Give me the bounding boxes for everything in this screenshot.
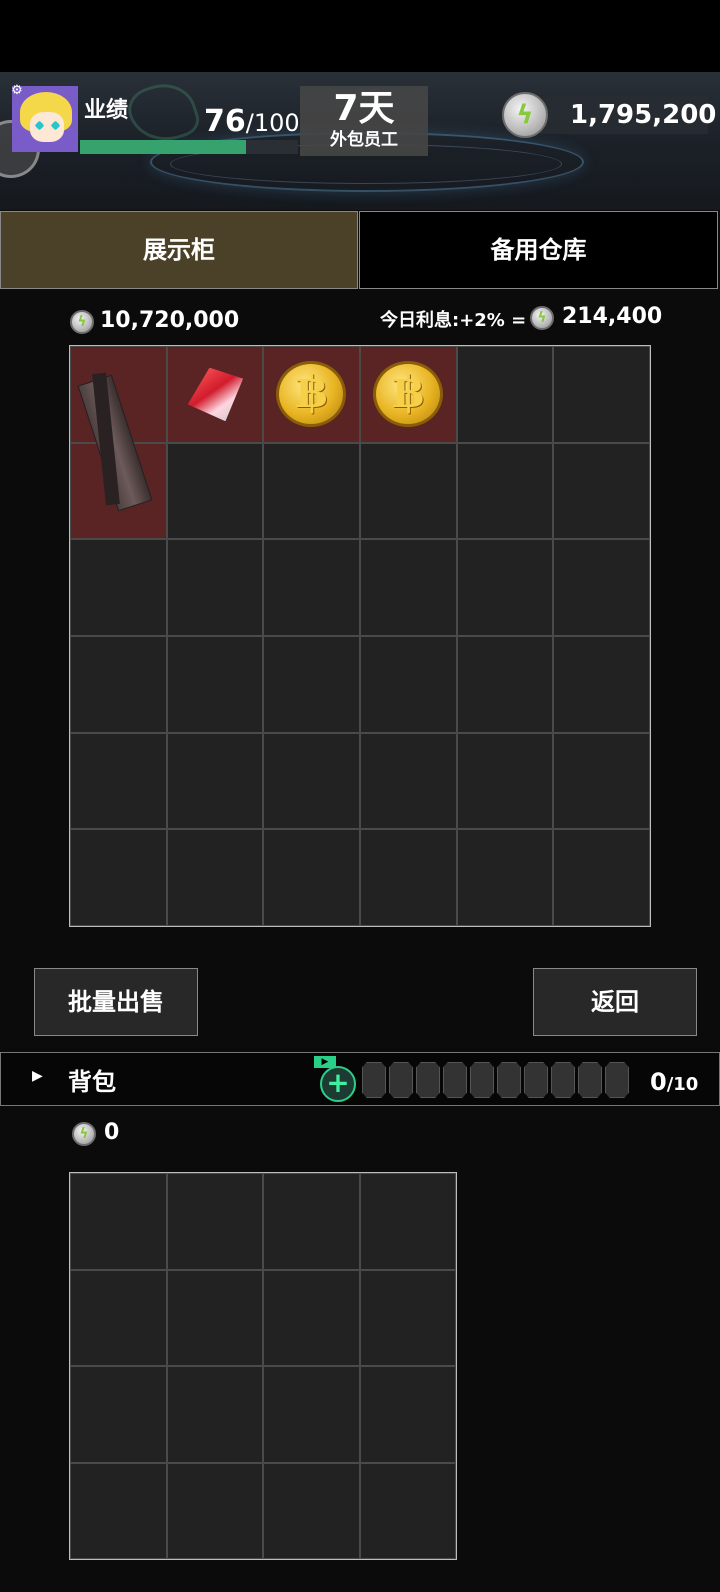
interest-value: 214,400	[562, 304, 663, 329]
currency-total: 1,795,200	[570, 100, 717, 130]
showcase-cell[interactable]	[553, 539, 650, 636]
backpack-cell[interactable]	[359, 1366, 456, 1463]
showcase-cell[interactable]	[166, 346, 264, 443]
showcase-cell[interactable]	[456, 732, 554, 830]
backpack-cell[interactable]	[359, 1269, 456, 1366]
backpack-slot-indicators	[362, 1062, 629, 1098]
backpack-slot-indicator	[578, 1062, 602, 1098]
return-button[interactable]: 返回	[533, 968, 697, 1036]
backpack-cell[interactable]	[166, 1173, 263, 1270]
showcase-cell[interactable]: ฿	[359, 346, 457, 443]
backpack-grid[interactable]	[69, 1172, 457, 1560]
energy-coin-icon: ϟ	[530, 306, 554, 330]
backpack-slot-indicator	[416, 1062, 440, 1098]
backpack-slot-indicator	[362, 1062, 386, 1098]
backpack-cell[interactable]	[166, 1462, 263, 1559]
backpack-cell[interactable]	[359, 1173, 456, 1270]
showcase-cell[interactable]	[166, 829, 264, 926]
backpack-slot-indicator	[605, 1062, 629, 1098]
showcase-cell[interactable]	[70, 346, 167, 512]
backpack-cell[interactable]	[166, 1366, 263, 1463]
interest-label: 今日利息:+2% =	[380, 310, 527, 331]
showcase-cell[interactable]	[359, 829, 457, 926]
backpack-count: 0/10	[650, 1068, 699, 1096]
energy-coin-icon: ϟ	[502, 92, 548, 138]
backpack-cell[interactable]	[70, 1173, 167, 1270]
showcase-cell[interactable]	[456, 539, 554, 636]
backpack-value: 0	[104, 1120, 120, 1145]
performance-progress-fill	[80, 140, 246, 154]
wooden-stick-item[interactable]	[77, 347, 155, 512]
add-slot-button[interactable]: +	[320, 1066, 356, 1102]
showcase-cell[interactable]	[359, 442, 457, 540]
showcase-cell[interactable]: ฿	[263, 346, 360, 443]
backpack-cell[interactable]	[166, 1269, 263, 1366]
showcase-cell[interactable]	[263, 442, 360, 540]
showcase-cell[interactable]	[359, 732, 457, 830]
backpack-cell[interactable]	[70, 1269, 167, 1366]
showcase-cell[interactable]	[263, 539, 360, 636]
performance-label: 业绩	[84, 98, 129, 123]
backpack-slot-indicator	[551, 1062, 575, 1098]
bitcoin-coin-item[interactable]: ฿	[372, 361, 443, 427]
backpack-cell[interactable]	[70, 1366, 167, 1463]
job-title: 外包员工	[330, 130, 398, 150]
backpack-slot-indicator	[389, 1062, 413, 1098]
backpack-cell[interactable]	[263, 1269, 360, 1366]
backpack-title: 背包	[68, 1068, 116, 1096]
showcase-cell[interactable]	[553, 829, 650, 926]
showcase-cell[interactable]	[456, 442, 554, 540]
showcase-cell[interactable]	[70, 539, 167, 636]
energy-coin-icon: ϟ	[72, 1122, 96, 1146]
backpack-slot-indicator	[443, 1062, 467, 1098]
bitcoin-coin-item[interactable]: ฿	[276, 361, 347, 427]
gear-icon[interactable]: ⚙	[10, 84, 24, 98]
showcase-cell[interactable]	[263, 732, 360, 830]
showcase-cell[interactable]	[553, 346, 650, 443]
showcase-cell[interactable]	[70, 829, 167, 926]
backpack-cell[interactable]	[263, 1462, 360, 1559]
showcase-cell[interactable]	[456, 635, 554, 733]
showcase-cell[interactable]	[553, 635, 650, 733]
backpack-cell[interactable]	[263, 1366, 360, 1463]
showcase-cell[interactable]	[263, 635, 360, 733]
showcase-cell[interactable]	[456, 346, 554, 443]
showcase-cell[interactable]	[166, 539, 264, 636]
performance-count: 76/100	[204, 104, 300, 139]
showcase-cell[interactable]	[70, 732, 167, 830]
showcase-cell[interactable]	[553, 442, 650, 540]
showcase-cell[interactable]	[166, 442, 264, 540]
backpack-slot-indicator	[524, 1062, 548, 1098]
backpack-cell[interactable]	[263, 1173, 360, 1270]
showcase-cell[interactable]	[359, 539, 457, 636]
showcase-cell[interactable]	[166, 732, 264, 830]
status-bar	[0, 0, 720, 72]
tab-storage[interactable]: 备用仓库	[359, 211, 718, 289]
showcase-cell[interactable]	[263, 829, 360, 926]
showcase-cell[interactable]	[456, 829, 554, 926]
day-count: 7天	[333, 88, 395, 129]
showcase-cell[interactable]	[166, 635, 264, 733]
showcase-total-value: 10,720,000	[100, 308, 240, 333]
backpack-slot-indicator	[497, 1062, 521, 1098]
day-badge: 7天 外包员工	[300, 86, 428, 156]
performance-progress-bar	[80, 140, 298, 154]
backpack-cell[interactable]	[359, 1462, 456, 1559]
showcase-grid[interactable]: ฿฿	[69, 345, 651, 927]
red-crystal-item[interactable]	[186, 365, 244, 423]
backpack-slot-indicator	[470, 1062, 494, 1098]
energy-coin-icon: ϟ	[70, 310, 94, 334]
backpack-cell[interactable]	[70, 1462, 167, 1559]
showcase-cell[interactable]	[70, 635, 167, 733]
showcase-cell[interactable]	[553, 732, 650, 830]
showcase-cell[interactable]	[359, 635, 457, 733]
expand-arrow-icon[interactable]: ▶	[32, 1068, 43, 1084]
tab-showcase[interactable]: 展示柜	[0, 211, 358, 289]
bulk-sell-button[interactable]: 批量出售	[34, 968, 198, 1036]
